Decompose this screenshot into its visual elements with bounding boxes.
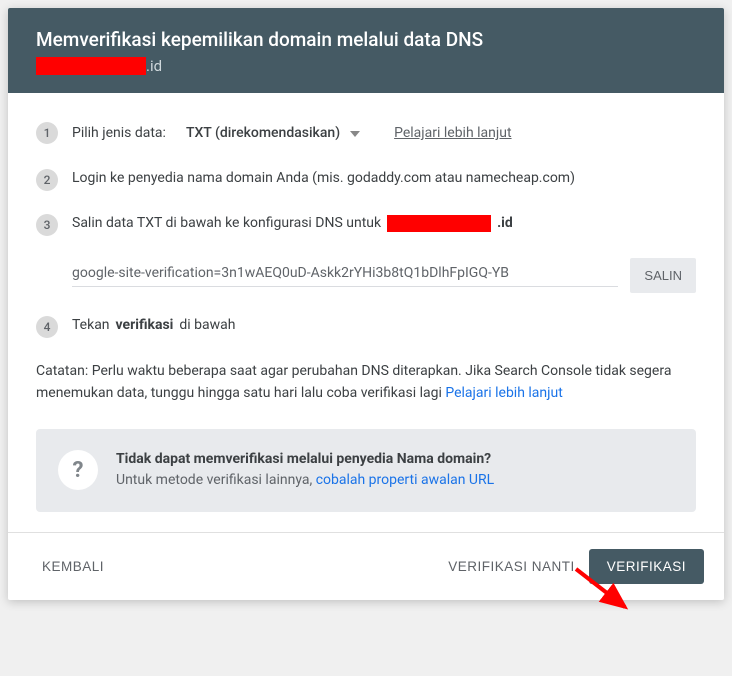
step-2-text: Login ke penyedia nama domain Anda (mis.… — [72, 168, 696, 189]
note-text: Catatan: Perlu waktu beberapa saat agar … — [36, 360, 696, 405]
dialog-header: Memverifikasi kepemilikan domain melalui… — [8, 8, 724, 93]
dialog-title: Memverifikasi kepemilikan domain melalui… — [36, 28, 696, 51]
step-4-text: Tekan verifikasi di bawah — [72, 315, 696, 336]
step-number: 3 — [36, 214, 58, 236]
step-3: 3 Salin data TXT di bawah ke konfigurasi… — [36, 213, 696, 236]
redacted-domain — [36, 57, 146, 75]
dialog-domain: .id — [36, 57, 696, 75]
copy-button[interactable]: SALIN — [630, 258, 696, 293]
step-number: 2 — [36, 169, 58, 191]
dialog-footer: KEMBALI VERIFIKASI NANTI VERIFIKASI — [8, 532, 724, 600]
verify-button[interactable]: VERIFIKASI — [589, 549, 704, 584]
dialog-content: 1 Pilih jenis data: TXT (direkomendasika… — [8, 93, 724, 532]
step-4: 4 Tekan verifikasi di bawah — [36, 315, 696, 338]
help-title: Tidak dapat memverifikasi melalui penyed… — [116, 449, 494, 471]
learn-more-link[interactable]: Pelajari lebih lanjut — [394, 123, 511, 144]
step-1: 1 Pilih jenis data: TXT (direkomendasika… — [36, 121, 696, 146]
step-2: 2 Login ke penyedia nama domain Anda (mi… — [36, 168, 696, 191]
note-learn-more-link[interactable]: Pelajari lebih lanjut — [445, 385, 562, 401]
step-number: 4 — [36, 316, 58, 338]
step-number: 1 — [36, 122, 58, 144]
question-icon: ? — [58, 450, 98, 490]
record-type-label: Pilih jenis data: — [72, 123, 166, 144]
txt-record-row: google-site-verification=3n1wAEQ0uD-Askk… — [72, 258, 696, 293]
verify-ownership-dialog: Memverifikasi kepemilikan domain melalui… — [8, 8, 724, 600]
help-body: Untuk metode verifikasi lainnya, cobalah… — [116, 470, 494, 492]
help-box: ? Tidak dapat memverifikasi melalui peny… — [36, 429, 696, 512]
chevron-down-icon — [350, 123, 360, 144]
back-button[interactable]: KEMBALI — [28, 549, 118, 584]
record-type-select[interactable]: TXT (direkomendasikan) — [182, 121, 364, 146]
txt-record-value[interactable]: google-site-verification=3n1wAEQ0uD-Askk… — [72, 265, 618, 287]
redacted-domain — [387, 215, 491, 232]
url-prefix-link[interactable]: cobalah properti awalan URL — [316, 472, 495, 488]
verify-later-button[interactable]: VERIFIKASI NANTI — [434, 549, 589, 584]
step-3-text: Salin data TXT di bawah ke konfigurasi D… — [72, 213, 696, 234]
